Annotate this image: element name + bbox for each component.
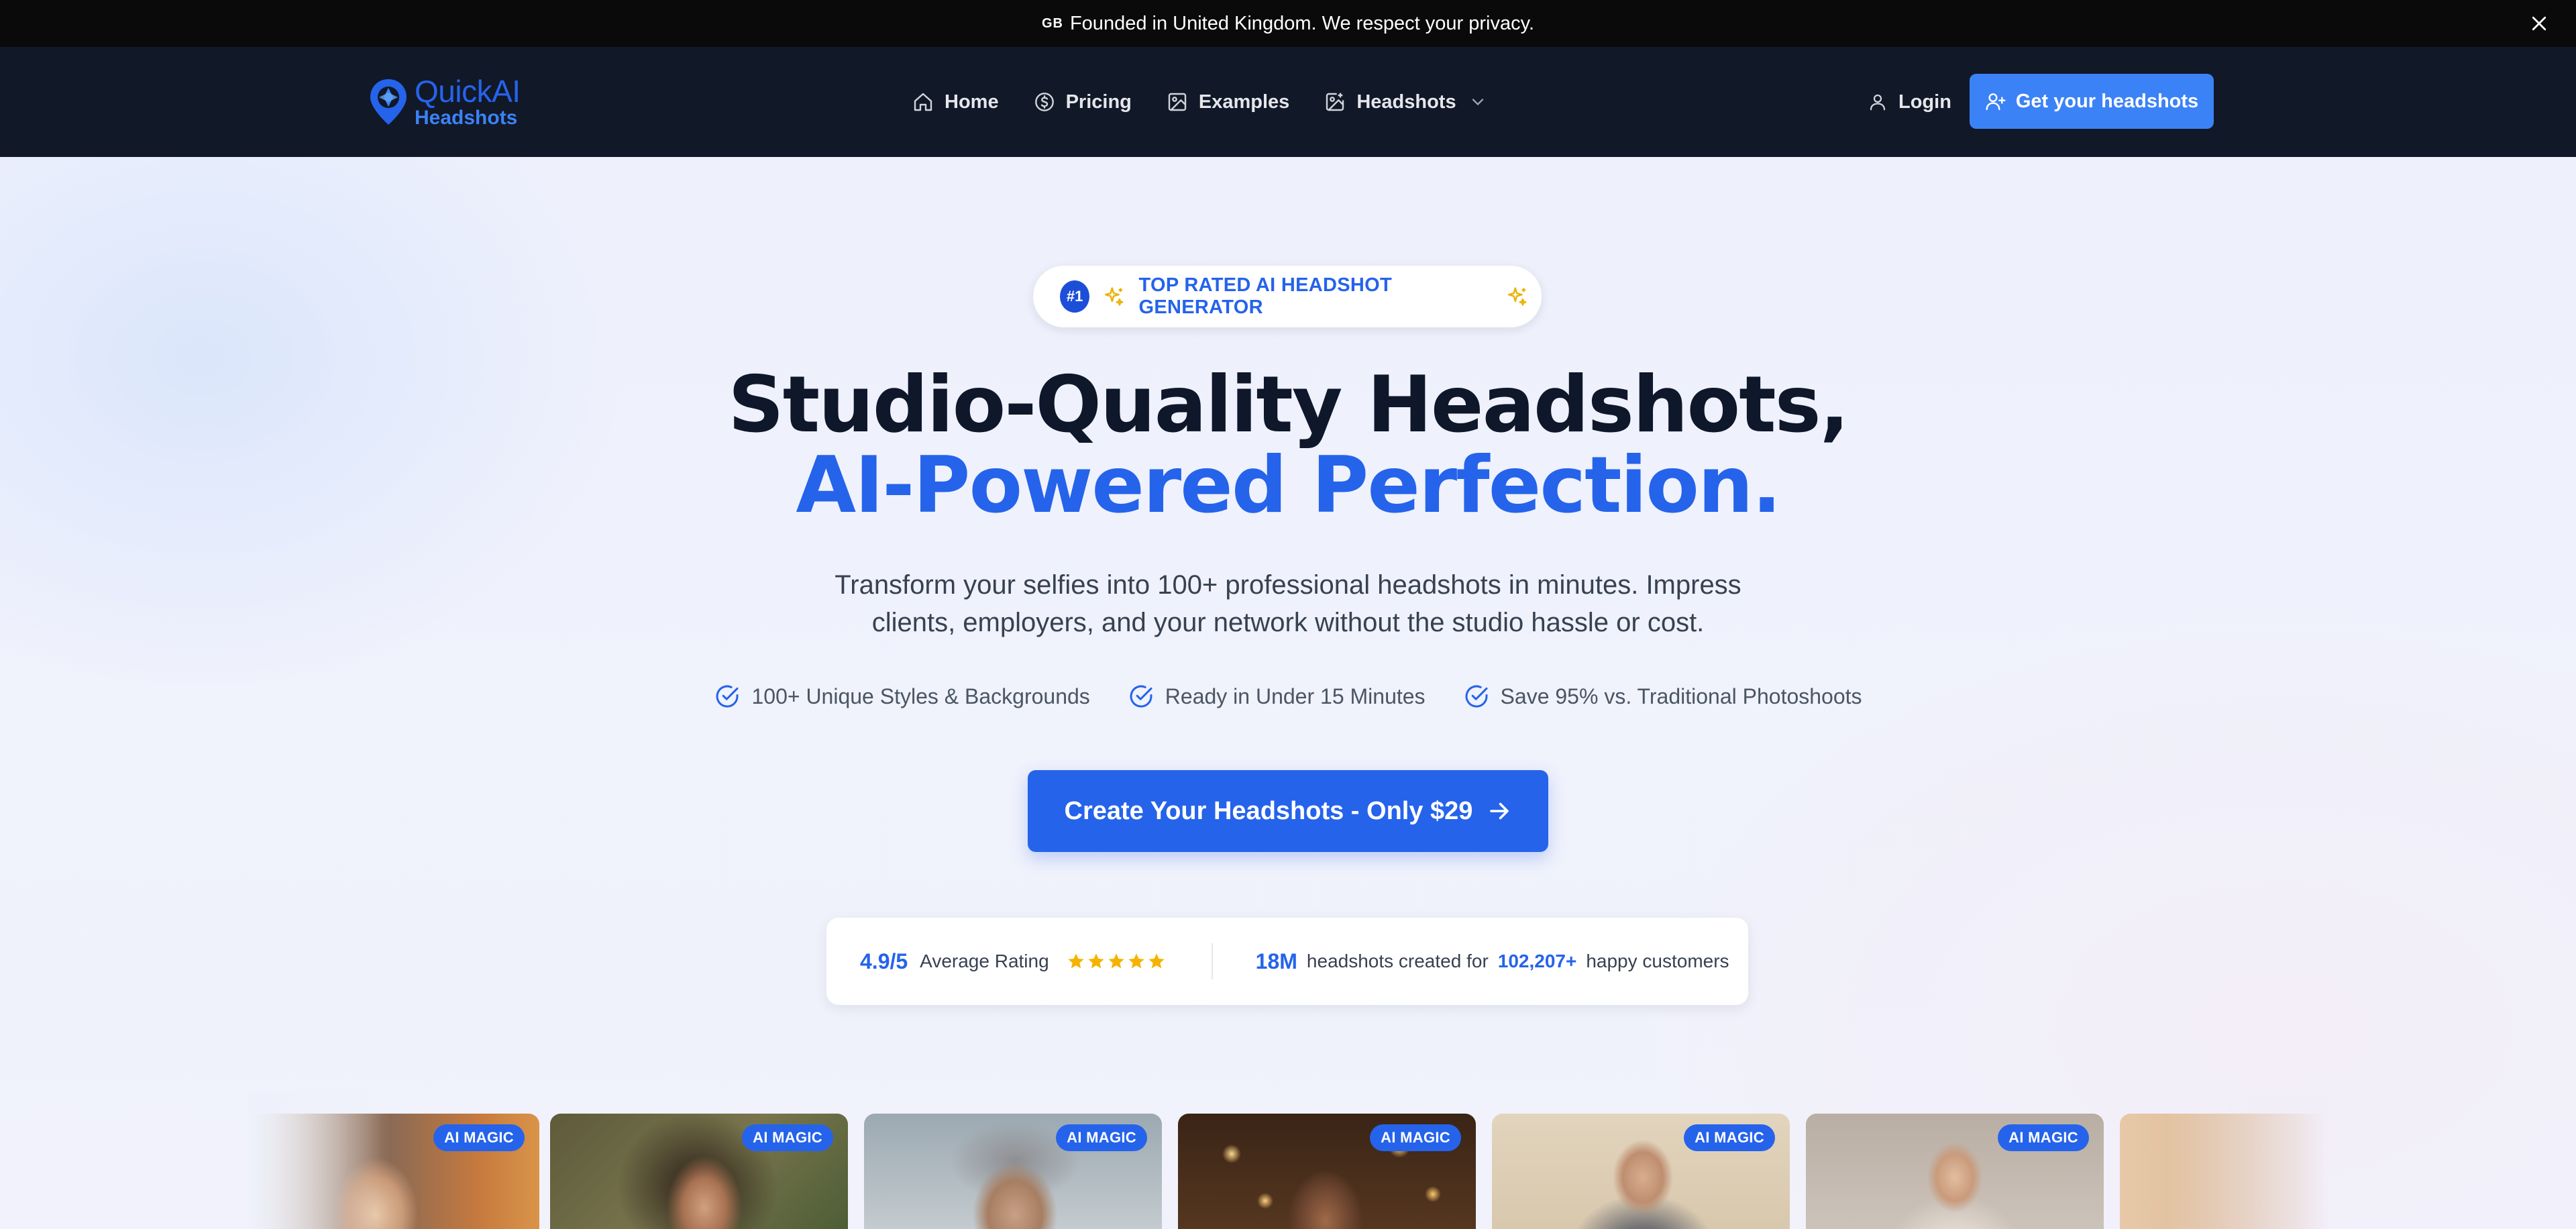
logo[interactable]: QuickAI Headshots <box>368 75 521 129</box>
nav-item-pricing[interactable]: Pricing <box>1034 91 1132 113</box>
headshot-count-label: headshots created for <box>1306 951 1489 971</box>
nav-label-examples: Examples <box>1198 91 1290 113</box>
nav-label-headshots: Headshots <box>1356 91 1456 113</box>
check-circle-icon <box>1465 685 1488 708</box>
user-icon <box>1870 94 1886 111</box>
feature-item: Ready in Under 15 Minutes <box>1128 683 1426 710</box>
gallery-card[interactable]: AI MAGIC <box>248 1114 539 1229</box>
nav-item-examples[interactable]: Examples <box>1167 91 1289 113</box>
logo-line-1: QuickAI <box>415 74 521 109</box>
create-headshots-button[interactable]: Create Your Headshots - Only $29 <box>1028 770 1548 852</box>
logo-line-2: Headshots <box>415 107 518 129</box>
customer-count: 102,207+ <box>1497 951 1577 971</box>
sparkles-icon <box>1507 287 1527 306</box>
sparkles-icon <box>1105 287 1124 306</box>
gallery-card[interactable]: AI MAGIC <box>864 1114 1162 1229</box>
chevron-down-icon <box>1472 99 1483 106</box>
image-icon <box>1168 93 1187 111</box>
star-icon <box>1088 953 1104 969</box>
arrow-right-icon <box>1490 802 1509 820</box>
star-icon <box>1068 953 1084 969</box>
social-proof-bar: 4.9/5 Average Rating 18M headshots creat… <box>826 918 1748 1005</box>
star-rating <box>1067 952 1167 971</box>
star-icon <box>1108 953 1124 969</box>
gallery-card[interactable]: AI MAGIC <box>550 1114 848 1229</box>
rating-value: 4.9/5 <box>860 949 908 973</box>
user-plus-icon <box>1986 93 2006 111</box>
privacy-banner: GB Founded in United Kingdom. We respect… <box>0 0 2576 47</box>
get-headshots-nav-label: Get your headshots <box>2015 90 2199 112</box>
dollar-circle-icon <box>1034 93 1054 111</box>
nav-label-home: Home <box>945 91 999 113</box>
flag-gb: GB <box>1041 15 1063 31</box>
feature-list: 100+ Unique Styles & Backgrounds Ready i… <box>0 683 2576 710</box>
hero-subtitle: Transform your selfies into 100+ profess… <box>738 566 1838 641</box>
feature-label: 100+ Unique Styles & Backgrounds <box>751 684 1090 708</box>
feature-item: Save 95% vs. Traditional Photoshoots <box>1463 683 1862 710</box>
hero-title-line-1: Studio-Quality Headshots, <box>728 360 1849 450</box>
nav-item-home[interactable]: Home <box>912 91 999 113</box>
customer-count-label: happy customers <box>1586 951 1729 971</box>
ai-magic-badge: AI MAGIC <box>742 1124 833 1151</box>
hero-subtitle-line-1: Transform your selfies into 100+ profess… <box>835 570 1741 600</box>
check-circle-icon <box>1130 685 1152 708</box>
gallery-card[interactable]: AI MAGIC <box>1806 1114 2104 1229</box>
ai-magic-badge: AI MAGIC <box>1684 1124 1775 1151</box>
nav-label-pricing: Pricing <box>1065 91 1132 113</box>
gallery-card[interactable] <box>2120 1114 2328 1229</box>
nav-item-headshots[interactable]: Headshots <box>1324 91 1487 113</box>
nav-menu: Home Pricing Examples Headshots <box>912 47 1522 157</box>
headshot-gallery: AI MAGIC AI MAGIC AI MAGIC AI MAGIC AI M… <box>248 1092 2328 1229</box>
banner-text: Founded in United Kingdom. We respect yo… <box>1069 12 1535 34</box>
create-headshots-label: Create Your Headshots - Only $29 <box>1064 796 1473 825</box>
check-circle-icon <box>716 685 739 708</box>
stats-divider <box>1211 943 1213 979</box>
ai-magic-badge: AI MAGIC <box>1056 1124 1147 1151</box>
rank-badge: #1 <box>1060 280 1090 313</box>
rating-label: Average Rating <box>920 951 1049 971</box>
feature-label: Save 95% vs. Traditional Photoshoots <box>1500 684 1862 708</box>
feature-label: Ready in Under 15 Minutes <box>1165 684 1426 708</box>
headshot-count: 18M <box>1255 949 1297 973</box>
image-sparkle-icon <box>1326 93 1344 111</box>
ai-magic-badge: AI MAGIC <box>1370 1124 1461 1151</box>
gallery-card[interactable]: AI MAGIC <box>1492 1114 1790 1229</box>
main-navbar: QuickAI Headshots Home Pricing Examples … <box>0 47 2576 157</box>
camera-aperture-logo-icon <box>370 79 407 125</box>
headshot-photo <box>2120 1114 2328 1229</box>
close-icon <box>2532 16 2546 31</box>
star-icon <box>1128 953 1144 969</box>
hero-subtitle-line-2: clients, employers, and your network wit… <box>871 608 1705 637</box>
top-rated-badge: #1 TOP RATED AI HEADSHOT GENERATOR <box>1033 266 1542 327</box>
get-headshots-nav-button[interactable]: Get your headshots <box>1970 74 2214 129</box>
ai-magic-badge: AI MAGIC <box>1998 1124 2089 1151</box>
home-icon <box>914 93 932 111</box>
gallery-card[interactable]: AI MAGIC <box>1178 1114 1476 1229</box>
login-label: Login <box>1898 91 1951 113</box>
badge-text: TOP RATED AI HEADSHOT GENERATOR <box>1138 274 1392 318</box>
banner-close-button[interactable] <box>2525 9 2553 38</box>
ai-magic-badge: AI MAGIC <box>433 1124 525 1151</box>
hero-title-line-2: AI-Powered Perfection. <box>796 440 1781 531</box>
star-icon <box>1148 953 1165 969</box>
feature-item: 100+ Unique Styles & Backgrounds <box>714 683 1090 710</box>
login-link[interactable]: Login <box>1868 85 1951 119</box>
